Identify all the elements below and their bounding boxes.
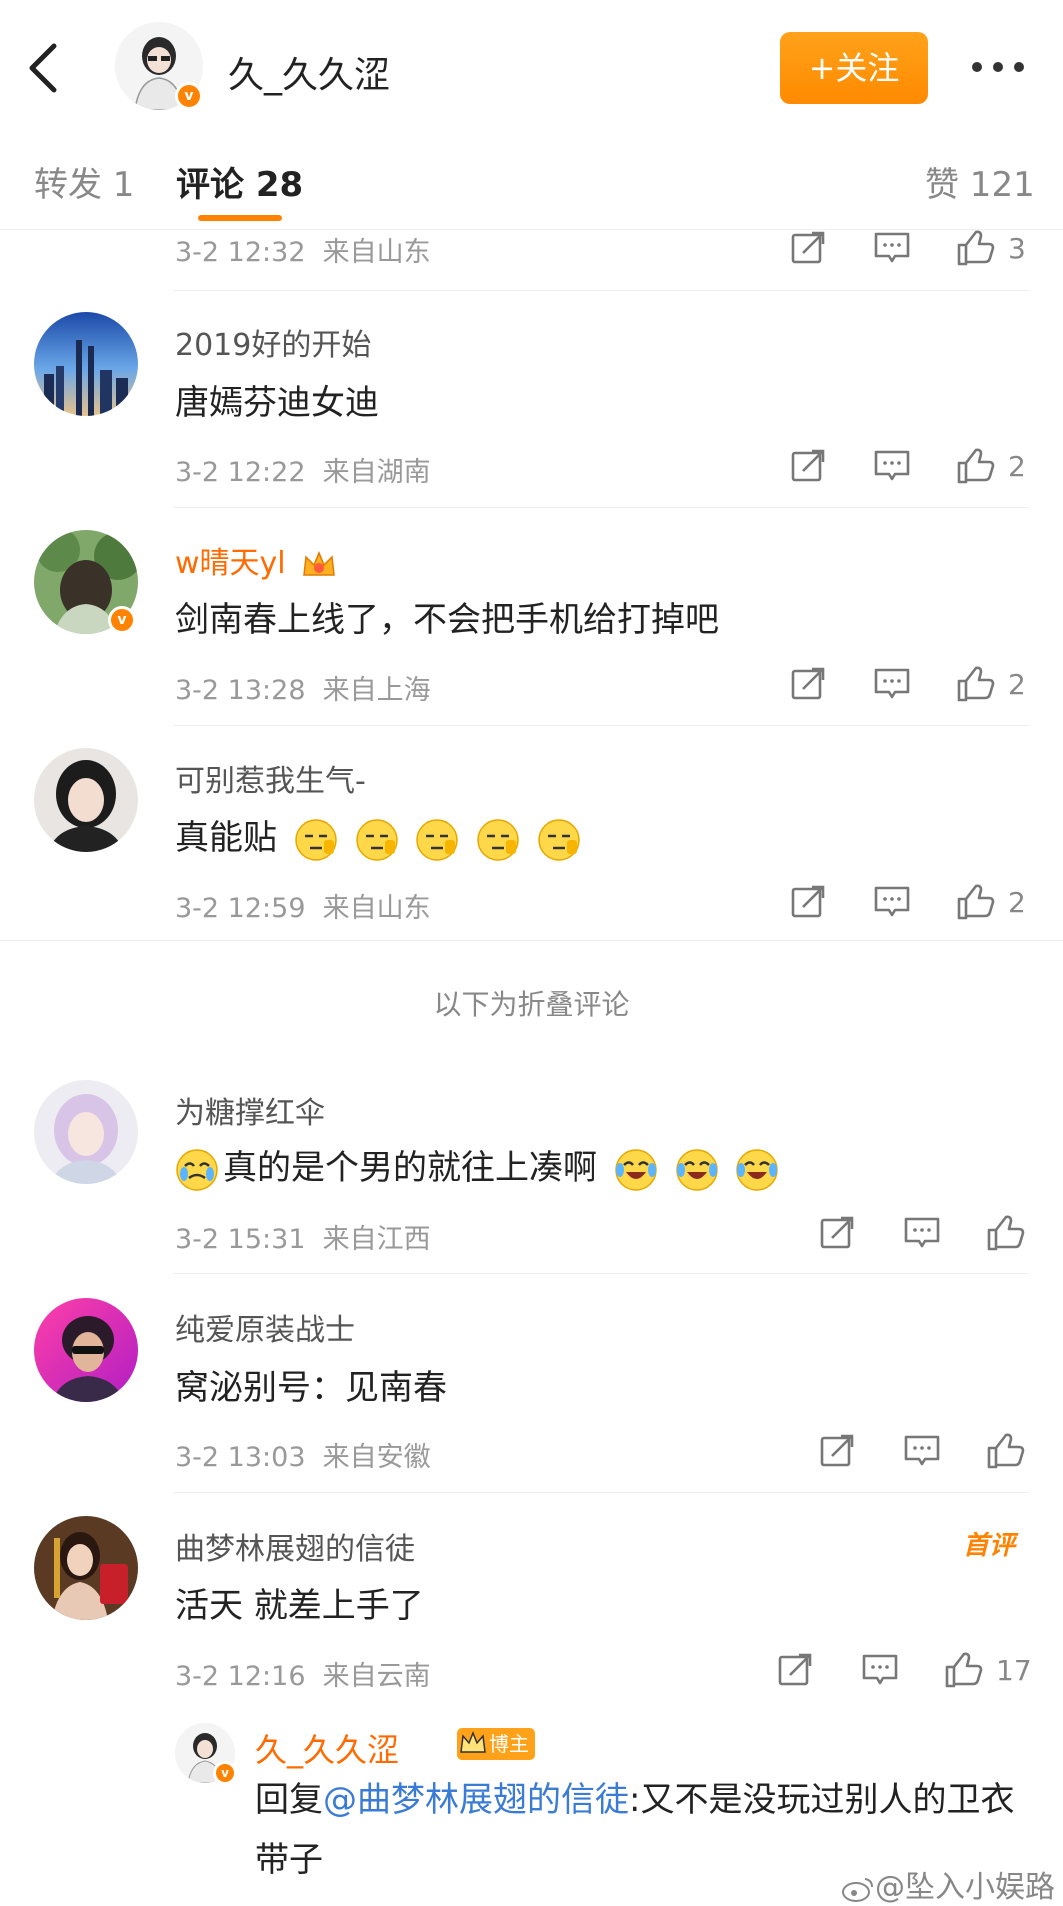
comment-username[interactable]: 为糖撑红伞 [175, 1088, 325, 1132]
repost-icon[interactable] [775, 1650, 815, 1690]
like-count: 2 [1008, 668, 1026, 701]
like-icon[interactable] [955, 228, 995, 268]
like-count: 3 [1008, 232, 1026, 265]
laughing-emoji-icon [736, 1148, 779, 1191]
like-icon[interactable] [955, 882, 995, 922]
repost-icon[interactable] [817, 1213, 857, 1253]
repost-icon[interactable] [788, 228, 828, 268]
repost-icon[interactable] [788, 664, 828, 704]
first-comment-badge: 首评 [963, 1531, 1016, 1561]
avatar[interactable] [34, 312, 138, 416]
tab-likes[interactable]: 赞 121 [925, 157, 1035, 206]
comment-username[interactable]: 可别惹我生气- [175, 756, 366, 800]
emoji-icon [355, 818, 398, 861]
repost-icon[interactable] [817, 1431, 857, 1471]
comment-icon[interactable] [902, 1431, 942, 1471]
divider [173, 1492, 1029, 1493]
emoji-icon [477, 818, 519, 861]
repost-icon[interactable] [788, 446, 828, 486]
laughing-emoji-icon [615, 1148, 657, 1191]
verified-icon: v [213, 1761, 237, 1785]
repost-icon[interactable] [788, 882, 828, 922]
crying-emoji-icon [176, 1148, 218, 1191]
comment-text: 唐嫣芬迪女迪 [175, 383, 379, 423]
comment-meta: 3-2 12:32 来自山东 [175, 237, 431, 268]
mention-link[interactable]: @曲梦林展翅的信徒 [323, 1780, 629, 1820]
comment-icon[interactable] [902, 1213, 942, 1253]
laughing-emoji-icon [675, 1148, 718, 1191]
comment-meta: 3-2 12:22 来自湖南 [175, 457, 431, 488]
more-icon[interactable] [968, 50, 1028, 84]
comment-username[interactable]: 曲梦林展翅的信徒 [175, 1524, 415, 1568]
comment-text: 活天 就差上手了 [175, 1586, 424, 1626]
comment-meta: 3-2 12:59 来自山东 [175, 893, 431, 924]
comment-meta: 3-2 15:31 来自江西 [175, 1224, 431, 1255]
comment-username[interactable]: 2019好的开始 [175, 320, 371, 364]
emoji-icon [538, 818, 580, 861]
comment-text: 窝泌别号：见南春 [175, 1368, 447, 1408]
weibo-logo-icon [842, 1877, 873, 1902]
crown-icon [460, 1730, 486, 1753]
avatar[interactable] [34, 1298, 138, 1402]
emoji-icon [416, 818, 459, 861]
like-count: 17 [996, 1654, 1032, 1687]
comment-icon[interactable] [872, 882, 912, 922]
follow-button[interactable]: +关注 [780, 32, 928, 104]
avatar[interactable] [34, 748, 138, 852]
author-badge: 博主 [457, 1728, 535, 1760]
like-count: 2 [1008, 450, 1026, 483]
crown-badge-icon [303, 550, 336, 576]
comment-text: 真的是个男的就往上凑啊 [175, 1140, 779, 1192]
divider [173, 725, 1029, 726]
like-icon[interactable] [955, 664, 995, 704]
comment-username[interactable]: 纯爱原装战士 [175, 1305, 355, 1349]
comment-icon[interactable] [872, 228, 912, 268]
tab-active-indicator [198, 215, 282, 221]
divider [173, 1273, 1029, 1274]
tab-reposts[interactable]: 转发 1 [34, 157, 134, 206]
like-count: 2 [1008, 886, 1026, 919]
comment-meta: 3-2 13:03 来自安徽 [175, 1442, 431, 1473]
like-icon[interactable] [943, 1650, 983, 1690]
divider [173, 290, 1029, 291]
divider [173, 507, 1029, 508]
page-title: 久_久久涩 [228, 55, 391, 96]
tab-comments[interactable]: 评论 28 [176, 157, 303, 206]
avatar[interactable] [34, 1080, 138, 1184]
comment-meta: 3-2 12:16 来自云南 [175, 1661, 431, 1692]
like-icon[interactable] [985, 1213, 1025, 1253]
comment-text: 真能贴 [175, 810, 581, 862]
comment-icon[interactable] [872, 664, 912, 704]
comment-icon[interactable] [860, 1650, 900, 1690]
comment-username[interactable]: w晴天yl [175, 538, 337, 582]
folded-comments-label[interactable]: 以下为折叠评论 [0, 983, 1063, 1023]
avatar[interactable] [34, 1516, 138, 1620]
like-icon[interactable] [955, 446, 995, 486]
back-icon[interactable] [22, 38, 66, 98]
emoji-icon [295, 818, 337, 861]
watermark: @坠入小娱路 [841, 1862, 1055, 1906]
verified-icon: v [175, 82, 203, 110]
comment-meta: 3-2 13:28 来自上海 [175, 675, 431, 706]
reply-username[interactable]: 久_久久涩 [255, 1725, 399, 1771]
tab-bar: 转发 1 评论 28 赞 121 [0, 125, 1063, 230]
comment-icon[interactable] [872, 446, 912, 486]
verified-icon: v [108, 606, 136, 634]
header: v 久_久久涩 +关注 [0, 0, 1063, 125]
comment-text: 剑南春上线了，不会把手机给打掉吧 [175, 600, 719, 640]
divider [0, 940, 1063, 941]
like-icon[interactable] [985, 1431, 1025, 1471]
